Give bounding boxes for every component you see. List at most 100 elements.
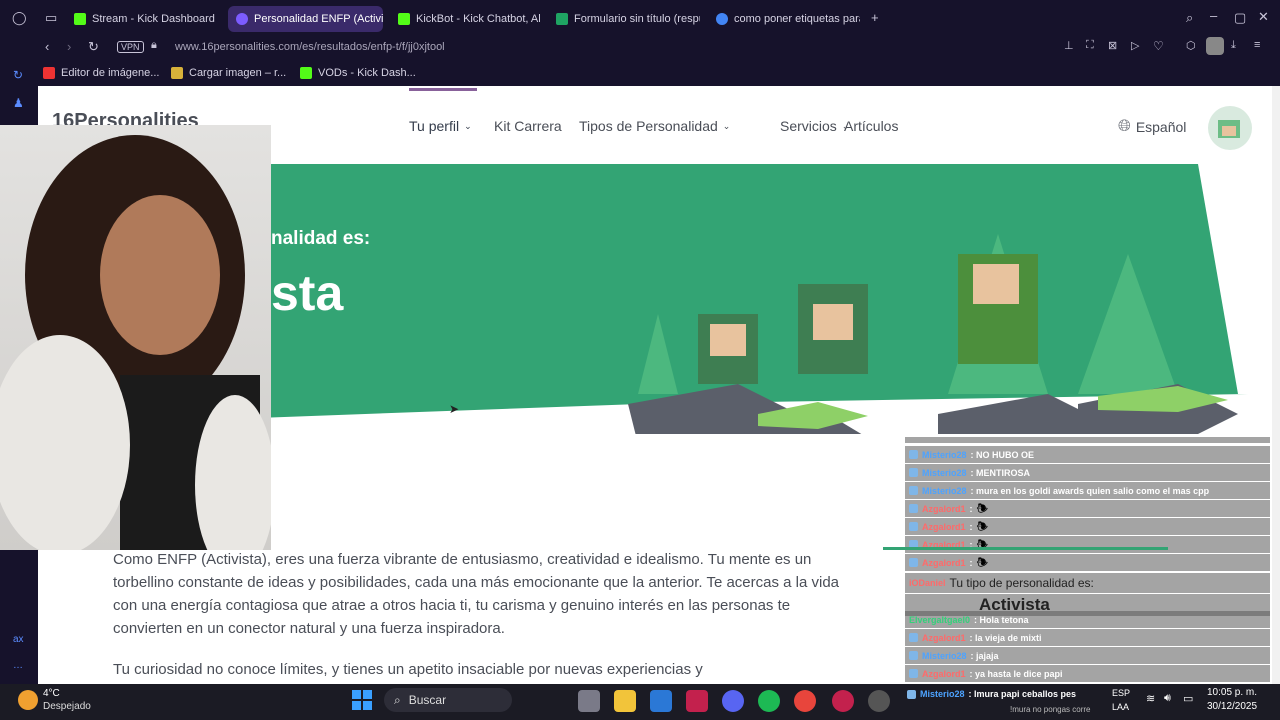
weather-desc: Despejado <box>43 701 91 712</box>
nav-kit-carrera[interactable]: Kit Carrera <box>494 118 562 134</box>
emote-icon: 🐌︎ <box>976 503 988 513</box>
adblock-icon[interactable]: ⊠ <box>1108 39 1117 52</box>
chat-top-strip <box>905 437 1270 443</box>
workspace-icon[interactable]: ax <box>13 634 24 645</box>
file-explorer-icon[interactable] <box>614 690 636 712</box>
mouse-cursor-icon: ➤ <box>449 402 460 416</box>
reload-icon[interactable]: ↻ <box>88 39 99 55</box>
active-nav-indicator <box>409 88 477 91</box>
extensions-icon[interactable]: ⬡ <box>1186 39 1196 52</box>
outlook-icon[interactable] <box>650 690 672 712</box>
chat-user: Azgalord1 <box>922 503 966 514</box>
badge-icon <box>909 486 918 495</box>
menu-icon[interactable]: ≡ <box>1254 39 1260 51</box>
weather-icon[interactable] <box>18 690 38 710</box>
search-tabs-icon[interactable]: ⌕ <box>1186 10 1193 26</box>
battery-icon[interactable]: ▭ <box>1183 692 1193 705</box>
chat-text: Tu tipo de personalidad es: <box>949 576 1094 590</box>
chat-text: : NO HUBO OE <box>970 449 1035 460</box>
new-tab-button[interactable]: + <box>871 10 879 25</box>
chat-message: Azgalord1: ya hasta le dice papi <box>905 665 1270 682</box>
aria-icon[interactable]: ♟ <box>13 96 24 110</box>
intro-paragraph: Como ENFP (Activista), eres una fuerza v… <box>113 551 840 637</box>
discord-icon[interactable] <box>722 690 744 712</box>
google-favicon-icon <box>716 13 728 25</box>
clock-date[interactable]: 30/12/2025 <box>1207 701 1257 712</box>
volume-icon[interactable]: 🔊︎ <box>1164 692 1171 705</box>
badge-icon <box>909 558 918 567</box>
nav-tipos-personalidad[interactable]: Tipos de Personalidad ⌄ <box>579 118 730 134</box>
chat-user: Azgalord1 <box>922 521 966 532</box>
chat-text: : la vieja de mixti <box>969 632 1042 643</box>
language-code[interactable]: ESP <box>1112 688 1130 698</box>
stream-chat-overlay: Misterio28: NO HUBO OE Misterio28: MENTI… <box>883 437 1270 682</box>
bookmark-cargar-imagen[interactable]: Cargar imagen – r... <box>171 67 286 79</box>
opera-gx-icon[interactable] <box>832 690 854 712</box>
chat-message: Misterio28: jajaja <box>905 647 1270 664</box>
clock-time[interactable]: 10:05 p. m. <box>1207 687 1257 698</box>
nav-articulos[interactable]: Artículos <box>844 118 898 134</box>
emote-icon: 🐌︎ <box>976 521 988 531</box>
vpn-badge[interactable]: VPN <box>117 41 144 53</box>
chat-user: Misterio28 <box>922 449 967 460</box>
pin-icon[interactable]: ⊥ <box>1064 39 1074 52</box>
nav-label: Tu perfil <box>409 118 460 134</box>
spotify-icon[interactable] <box>758 690 780 712</box>
bookmark-label: Editor de imágene... <box>61 67 160 79</box>
snapshot-icon[interactable]: ⛶ <box>1086 39 1094 52</box>
kickbot-favicon-icon <box>398 13 410 25</box>
heart-icon[interactable]: ♡ <box>1153 39 1164 53</box>
bookmark-vods[interactable]: VODs - Kick Dash... <box>300 67 416 79</box>
chat-user: Misterio28 <box>922 467 967 478</box>
user-avatar[interactable] <box>1208 106 1252 150</box>
chat-text: : Imura papi ceballos pes <box>968 689 1077 699</box>
more-icon[interactable]: … <box>13 660 23 671</box>
tab-formulario[interactable]: Formulario sin título (respu <box>548 6 700 32</box>
minimize-icon[interactable]: – <box>1210 8 1217 23</box>
bookmark-favicon-icon <box>171 67 183 79</box>
tab-kickbot[interactable]: KickBot - Kick Chatbot, Al <box>390 6 542 32</box>
badge-icon <box>907 689 916 699</box>
chat-message: Azgalord1: la vieja de mixti <box>905 629 1270 646</box>
chat-user: Azgalord1 <box>922 668 966 679</box>
tab-stream-dashboard[interactable]: Stream - Kick Dashboard <box>66 6 218 32</box>
nav-servicios[interactable]: Servicios ⌄ <box>780 118 849 134</box>
language-label: Español <box>1135 119 1187 135</box>
chrome-icon[interactable] <box>794 690 816 712</box>
keyboard-layout[interactable]: LAA <box>1112 702 1129 712</box>
kick-favicon-icon <box>74 13 86 25</box>
url-field[interactable]: www.16personalities.com/es/resultados/en… <box>175 41 445 53</box>
tab-personalidad-enfp[interactable]: Personalidad ENFP (Activi <box>228 6 383 32</box>
embed-card-accent <box>883 547 1168 550</box>
history-icon[interactable]: ↻ <box>13 68 23 82</box>
badge-icon <box>909 450 918 459</box>
profile-avatar[interactable] <box>1206 37 1224 55</box>
tab-islands-icon[interactable]: ▭ <box>45 10 57 26</box>
chat-message: Azgalord1: 🐌︎ <box>905 518 1270 535</box>
nav-tu-perfil[interactable]: Tu perfil ⌄ <box>409 118 472 134</box>
tab-google-search[interactable]: como poner etiquetas para <box>708 6 860 32</box>
maximize-icon[interactable]: ▢ <box>1234 10 1246 26</box>
chevron-down-icon: ⌄ <box>464 120 472 131</box>
player-icon[interactable]: ▷ <box>1131 39 1139 52</box>
bookmark-editor-imagenes[interactable]: Editor de imágene... <box>43 67 159 79</box>
steam-icon[interactable] <box>868 690 890 712</box>
taskbar-search[interactable]: ⌕ Buscar <box>384 688 512 712</box>
wifi-icon[interactable]: ≋ <box>1146 692 1155 705</box>
forward-icon[interactable]: › <box>67 39 71 54</box>
close-icon[interactable]: ✕ <box>1258 9 1269 25</box>
webcam-overlay <box>0 125 271 550</box>
windows-start-icon[interactable] <box>352 690 372 710</box>
opera-menu-icon[interactable]: ◯ <box>12 10 27 26</box>
task-view-icon[interactable] <box>578 690 600 712</box>
download-icon[interactable]: ⤓ <box>1231 39 1236 52</box>
chat-text: : <box>969 557 973 568</box>
valorant-icon[interactable] <box>686 690 708 712</box>
nav-label: Kit Carrera <box>494 118 562 134</box>
chat-user: Misterio28 <box>920 689 965 699</box>
page-scrollbar[interactable] <box>1272 86 1280 684</box>
language-selector[interactable]: 🌐︎ Español <box>1118 118 1186 136</box>
emote-icon: 🐌︎ <box>976 557 988 567</box>
back-icon[interactable]: ‹ <box>45 39 49 54</box>
tab-label: Stream - Kick Dashboard <box>92 13 215 25</box>
